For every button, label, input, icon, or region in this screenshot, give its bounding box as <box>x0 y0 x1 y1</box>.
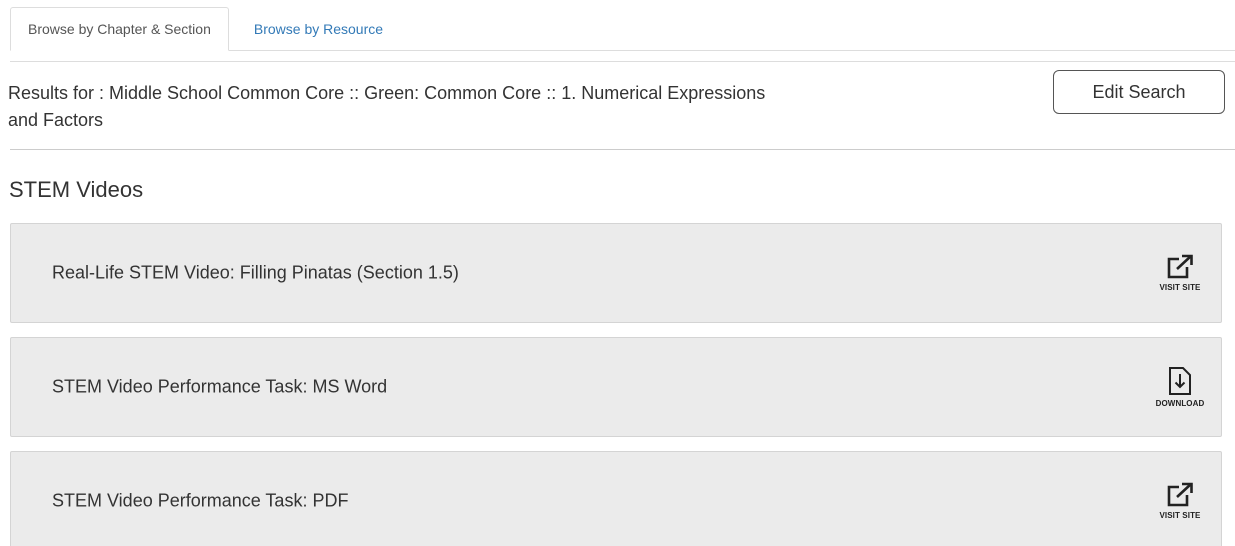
results-summary: Results for : Middle School Common Core … <box>8 83 766 130</box>
visit-site-button[interactable]: VISIT SITE <box>1139 224 1221 322</box>
visit-site-label: VISIT SITE <box>1159 283 1201 292</box>
divider <box>10 61 1235 62</box>
resource-title: STEM Video Performance Task: MS Word <box>52 376 388 397</box>
external-link-icon <box>1165 482 1195 508</box>
visit-site-label: VISIT SITE <box>1159 511 1201 520</box>
section-title: STEM Videos <box>9 177 144 202</box>
resource-title: Real-Life STEM Video: Filling Pinatas (S… <box>52 262 459 283</box>
visit-site-button[interactable]: VISIT SITE <box>1139 452 1221 546</box>
divider <box>10 149 1235 150</box>
tab-browse-by-chapter[interactable]: Browse by Chapter & Section <box>10 7 229 51</box>
resource-row: Real-Life STEM Video: Filling Pinatas (S… <box>10 223 1222 323</box>
tab-browse-by-resource[interactable]: Browse by Resource <box>229 7 400 50</box>
external-link-icon <box>1165 254 1195 280</box>
download-icon <box>1168 366 1192 396</box>
page: Browse by Chapter & Section Browse by Re… <box>0 0 1235 546</box>
tab-bar: Browse by Chapter & Section Browse by Re… <box>10 7 1235 51</box>
resource-row: STEM Video Performance Task: MS Word DOW… <box>10 337 1222 437</box>
resource-title: STEM Video Performance Task: PDF <box>52 490 349 511</box>
download-label: DOWNLOAD <box>1155 399 1205 408</box>
edit-search-button[interactable]: Edit Search <box>1053 70 1225 114</box>
download-button[interactable]: DOWNLOAD <box>1139 338 1221 436</box>
resource-row: STEM Video Performance Task: PDF VISIT S… <box>10 451 1222 546</box>
